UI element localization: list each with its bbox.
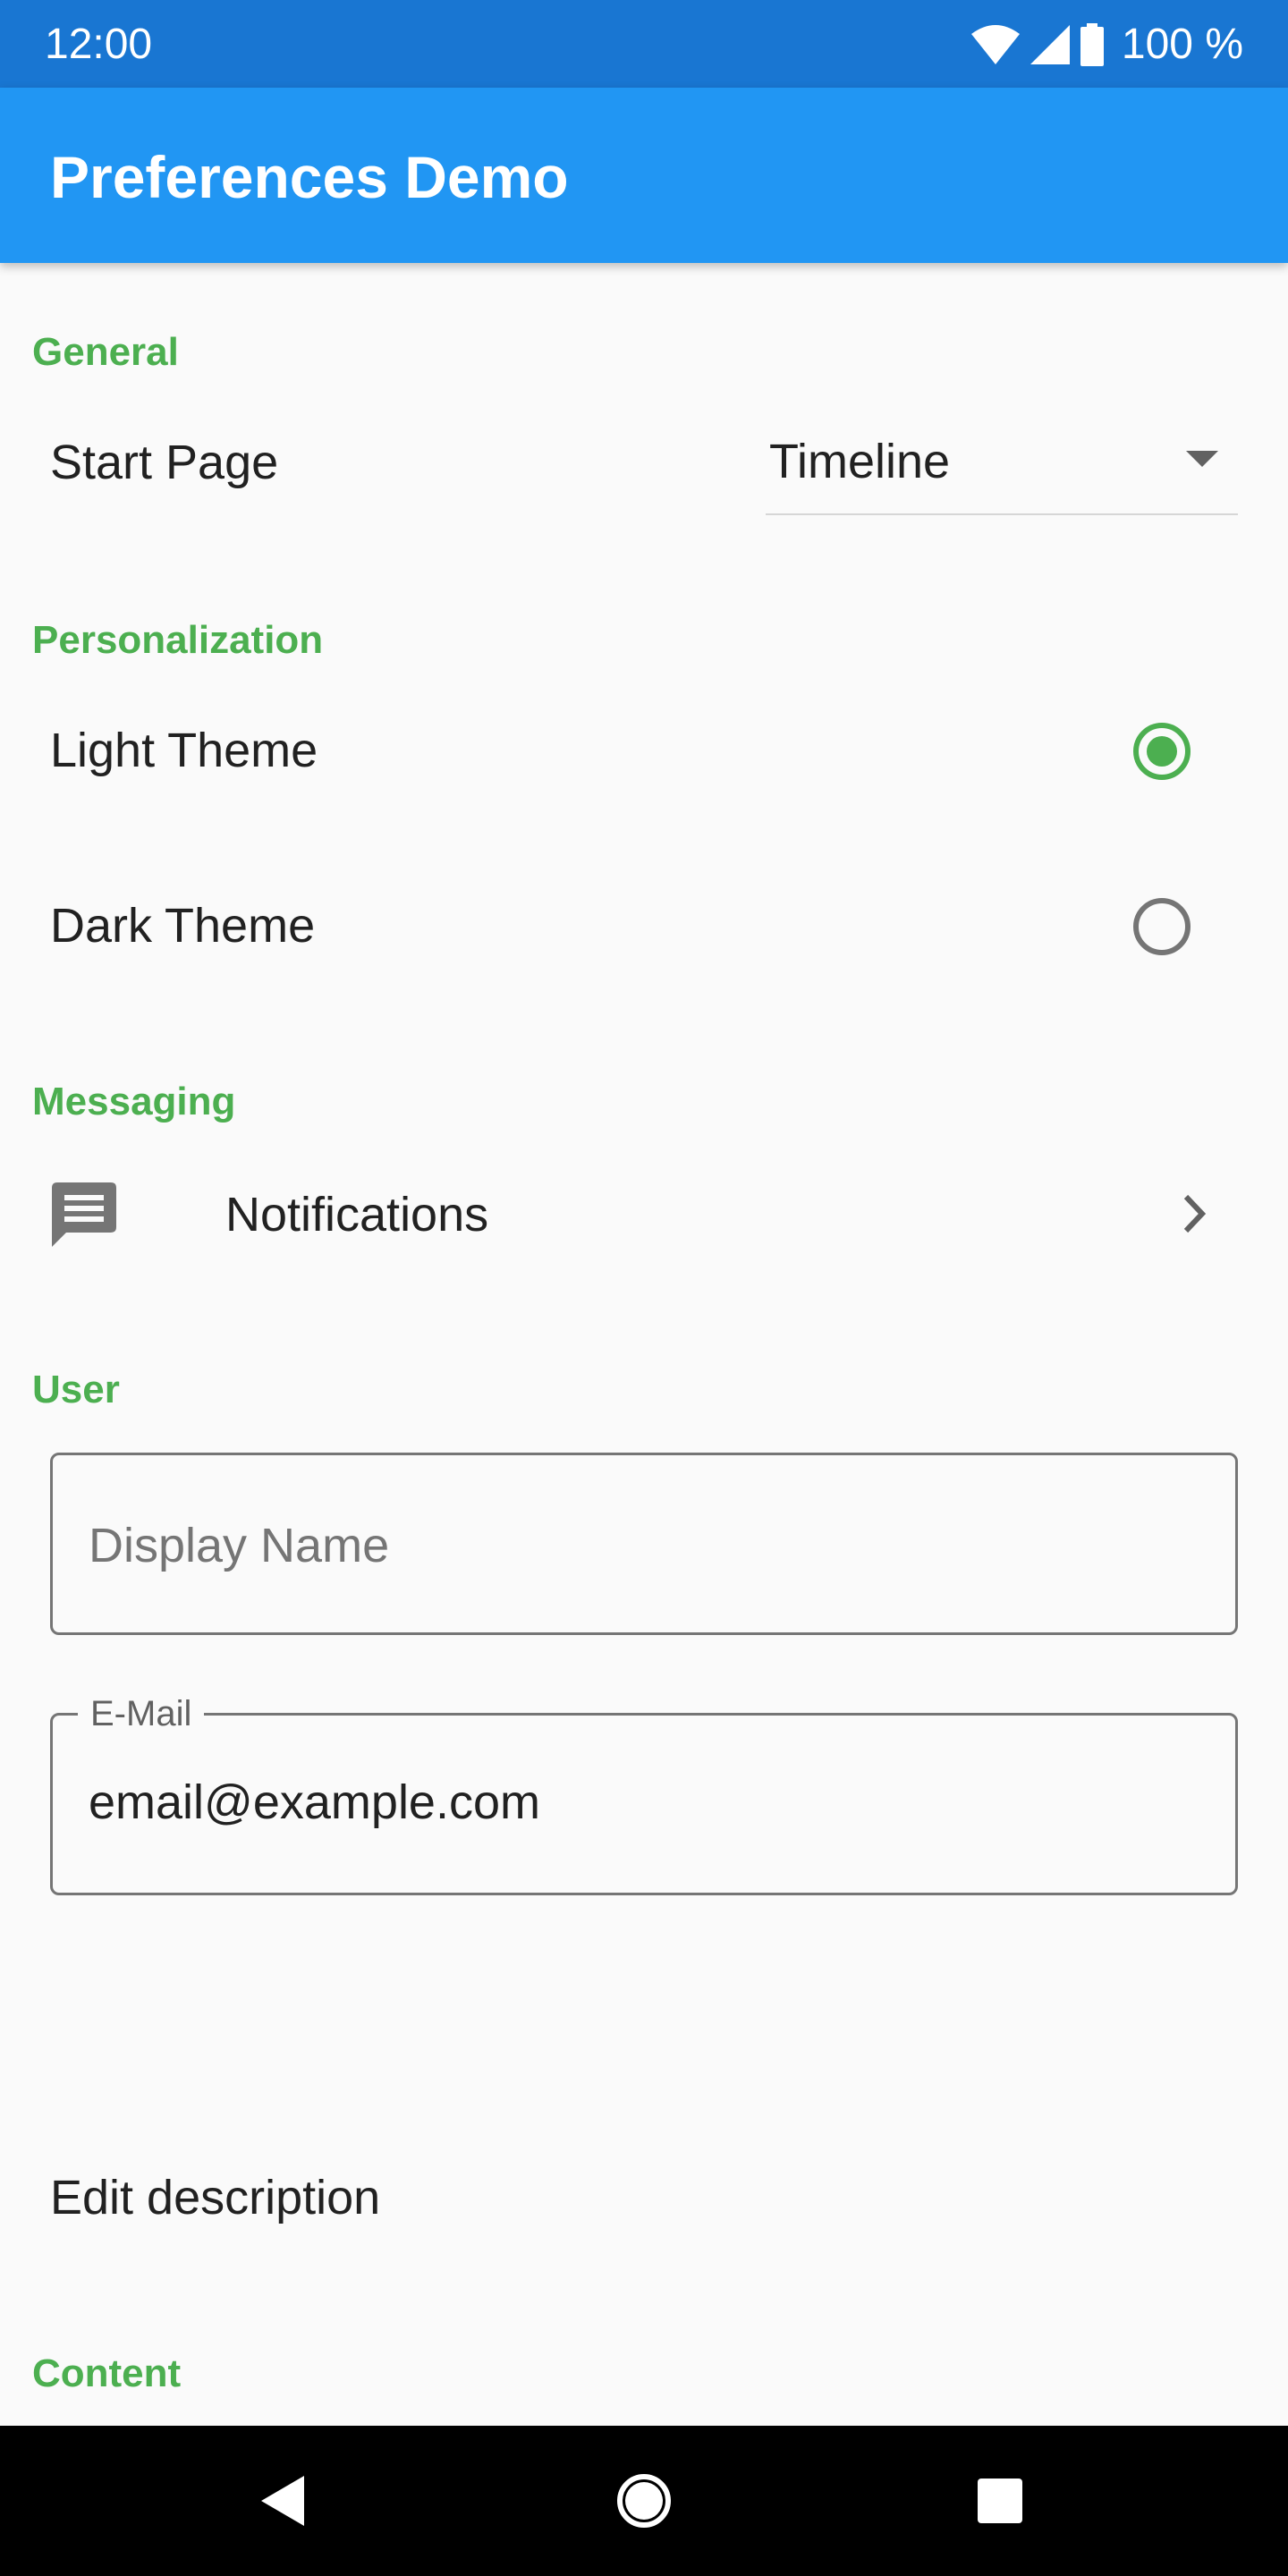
notifications-label: Notifications [225,1188,489,1241]
dark-theme-label: Dark Theme [50,899,316,953]
status-icons: 100 % [970,18,1243,72]
recents-icon[interactable] [925,2426,1075,2576]
light-theme-label: Light Theme [50,724,318,777]
start-page-dropdown-value: Timeline [769,435,951,488]
section-header-user: User [32,1368,120,1411]
chevron-right-icon [1182,1193,1208,1239]
cell-signal-icon [1030,25,1070,64]
display-name-placeholder: Display Name [89,1519,390,1572]
notifications-row[interactable]: Notifications [0,1161,1288,1268]
display-name-field[interactable]: Display Name [50,1453,1238,1635]
section-header-personalization: Personalization [32,618,324,662]
back-icon[interactable] [208,2426,358,2576]
battery-icon [1080,23,1104,66]
light-theme-radio[interactable] [1131,720,1193,783]
dropdown-arrow-icon [1186,451,1218,471]
battery-percentage: 100 % [1121,21,1243,68]
app-bar: Preferences Demo [0,88,1288,263]
status-bar: 12:00 100 % [0,0,1288,88]
home-icon[interactable] [569,2426,719,2576]
app-title: Preferences Demo [50,144,569,210]
edit-description-item[interactable]: Edit description [50,2168,380,2227]
section-header-messaging: Messaging [32,1080,236,1123]
message-icon [50,1181,118,1253]
section-header-general: General [32,330,179,374]
email-field-label: E-Mail [78,1694,205,1733]
email-field-value: email@example.com [89,1775,540,1829]
wifi-icon [970,25,1020,64]
system-nav-bar [0,2426,1288,2576]
status-time: 12:00 [45,21,153,68]
email-field[interactable]: E-Mail email@example.com [50,1694,1238,1895]
dark-theme-radio[interactable] [1131,895,1193,958]
start-page-dropdown[interactable]: Timeline [766,429,1238,515]
start-page-label: Start Page [50,436,279,489]
section-header-content: Content [32,2351,182,2395]
